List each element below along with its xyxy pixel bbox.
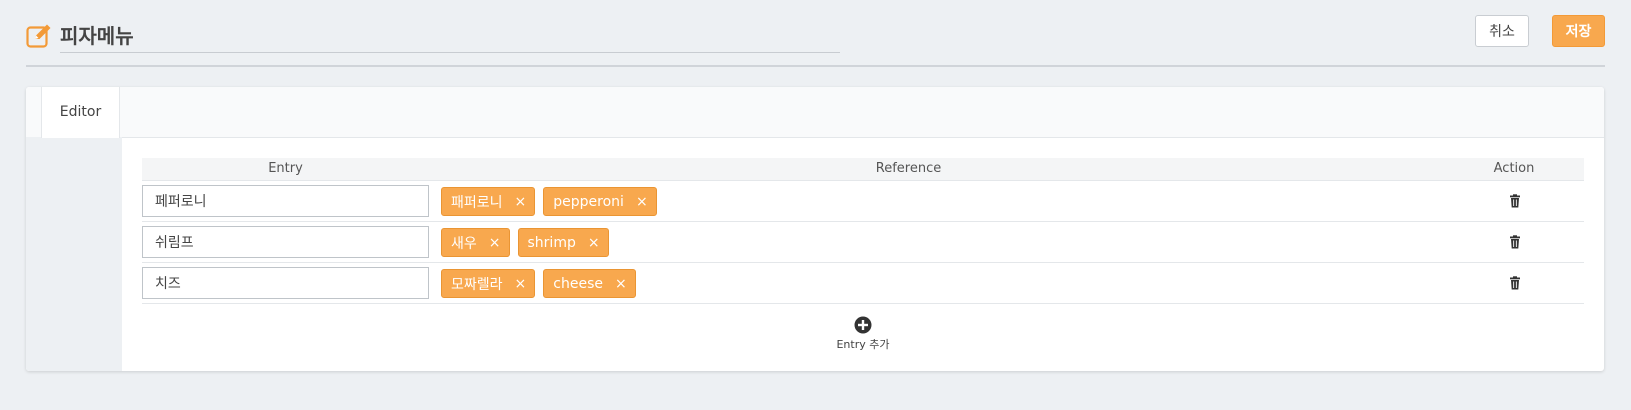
column-header-action: Action: [1493, 161, 1535, 176]
remove-tag-icon[interactable]: ×: [515, 195, 527, 209]
reference-tags: 패퍼로니 × pepperoni ×: [441, 187, 657, 217]
reference-tag: pepperoni ×: [543, 187, 657, 216]
reference-tag: 모짜렐라 ×: [441, 269, 536, 298]
reference-tag-label: 패퍼로니: [451, 194, 503, 211]
edit-icon: [26, 24, 51, 48]
remove-tag-icon[interactable]: ×: [615, 277, 627, 291]
page-header: 취소 저장: [26, 15, 1605, 66]
table-header: Entry Reference Action: [142, 158, 1584, 181]
add-entry-button[interactable]: Entry 추가: [142, 315, 1584, 352]
entry-table: Entry Reference Action 패퍼로니 × pepperoni …: [142, 158, 1584, 351]
title-input[interactable]: [60, 18, 840, 50]
remove-tag-icon[interactable]: ×: [515, 277, 527, 291]
reference-tag-label: pepperoni: [553, 193, 624, 210]
reference-tag: 새우 ×: [441, 228, 510, 257]
reference-tag: 패퍼로니 ×: [441, 187, 536, 216]
entry-input[interactable]: [142, 185, 429, 217]
reference-tag-label: 모짜렐라: [451, 276, 503, 293]
table-row: 패퍼로니 × pepperoni ×: [142, 181, 1584, 222]
remove-tag-icon[interactable]: ×: [489, 236, 501, 250]
cancel-button[interactable]: 취소: [1475, 15, 1529, 47]
remove-tag-icon[interactable]: ×: [636, 195, 648, 209]
editor-panel: Editor Entry Reference Action 패퍼로니 × pep…: [26, 87, 1604, 371]
remove-tag-icon[interactable]: ×: [588, 236, 600, 250]
column-header-entry: Entry: [268, 161, 303, 176]
table-row: 새우 × shrimp ×: [142, 222, 1584, 263]
save-button[interactable]: 저장: [1552, 15, 1605, 47]
trash-icon[interactable]: [1508, 235, 1522, 249]
trash-icon[interactable]: [1508, 276, 1522, 290]
entry-input[interactable]: [142, 267, 429, 299]
add-entry-label: Entry 추가: [836, 338, 890, 351]
tab-editor[interactable]: Editor: [41, 87, 120, 138]
plus-circle-icon: [854, 316, 872, 334]
reference-tag: cheese ×: [543, 269, 636, 298]
header-divider: [26, 65, 1605, 67]
reference-tag-label: 새우: [451, 235, 477, 252]
tab-bar: [26, 87, 1604, 138]
table-row: 모짜렐라 × cheese ×: [142, 263, 1584, 304]
reference-tag: shrimp ×: [517, 228, 609, 257]
reference-tag-label: cheese: [553, 275, 603, 292]
trash-icon[interactable]: [1508, 194, 1522, 208]
title-field-wrapper: [60, 18, 840, 53]
reference-tag-label: shrimp: [527, 234, 576, 251]
entry-input[interactable]: [142, 226, 429, 258]
reference-tags: 새우 × shrimp ×: [441, 228, 609, 258]
column-header-reference: Reference: [875, 161, 942, 176]
left-rail: [26, 137, 122, 371]
reference-tags: 모짜렐라 × cheese ×: [441, 269, 636, 299]
